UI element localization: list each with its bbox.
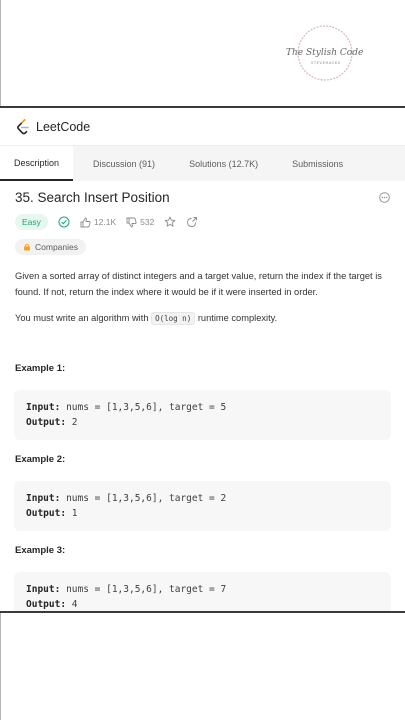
output-label: Output: <box>26 417 67 428</box>
more-options-icon[interactable] <box>379 192 390 203</box>
problem-description: 35. Search Insert Position Easy 12.1K 53… <box>0 190 405 611</box>
frame-edge <box>0 0 1 107</box>
difficulty-badge: Easy <box>15 214 48 230</box>
leetcode-logo-icon[interactable] <box>16 118 30 135</box>
output-value: 2 <box>71 417 78 428</box>
complexity-suffix: runtime complexity. <box>197 313 278 323</box>
input-value: nums = [1,3,5,6], target = 5 <box>66 402 227 413</box>
thumbs-up-icon <box>80 216 91 227</box>
example-code-box: Input: nums = [1,3,5,6], target = 5 Outp… <box>14 390 391 440</box>
svg-text:The Stylish Coder: The Stylish Coder <box>286 48 364 58</box>
app-header: LeetCode <box>0 108 405 146</box>
stylish-coder-watermark-logo: The Stylish Coder STEVEHACKS <box>286 25 364 81</box>
tab-solutions[interactable]: Solutions (12.7K) <box>169 146 272 181</box>
output-label: Output: <box>26 508 67 519</box>
example-title: Example 1: <box>15 363 66 374</box>
star-favorite-icon[interactable] <box>164 216 176 228</box>
output-value: 4 <box>71 599 78 610</box>
tab-submissions[interactable]: Submissions <box>272 146 357 181</box>
input-label: Input: <box>26 584 61 595</box>
example-code-box: Input: nums = [1,3,5,6], target = 7 Outp… <box>14 572 391 611</box>
example-3: Example 3: Input: nums = [1,3,5,6], targ… <box>14 545 391 611</box>
output-value: 1 <box>71 508 78 519</box>
svg-text:STEVEHACKS: STEVEHACKS <box>311 61 341 65</box>
complexity-prefix: You must write an algorithm with <box>15 313 149 323</box>
problem-tabs: Description Discussion (91) Solutions (1… <box>0 146 405 181</box>
like-button[interactable]: 12.1K <box>80 216 117 228</box>
input-label: Input: <box>26 402 61 413</box>
companies-chip[interactable]: Companies <box>15 239 86 255</box>
solved-check-icon <box>58 216 70 228</box>
complexity-code: O(log n) <box>151 312 196 325</box>
example-2: Example 2: Input: nums = [1,3,5,6], targ… <box>14 454 391 531</box>
leetcode-mobile-screen: LeetCode Description Discussion (91) Sol… <box>0 108 405 611</box>
frame-edge <box>0 612 1 720</box>
like-count: 12.1K <box>93 217 117 227</box>
input-value: nums = [1,3,5,6], target = 7 <box>66 584 227 595</box>
dislike-button[interactable]: 532 <box>126 217 154 228</box>
frame-divider <box>0 611 405 613</box>
thumbs-down-icon <box>126 217 137 228</box>
problem-title: 35. Search Insert Position <box>15 190 170 205</box>
tab-discussion[interactable]: Discussion (91) <box>73 146 169 181</box>
example-1: Example 1: Input: nums = [1,3,5,6], targ… <box>14 363 391 440</box>
share-icon[interactable] <box>186 216 198 228</box>
input-label: Input: <box>26 493 61 504</box>
example-title: Example 2: <box>15 454 66 465</box>
app-logo-text[interactable]: LeetCode <box>36 120 90 134</box>
complexity-note: You must write an algorithm with O(log n… <box>15 310 390 327</box>
tab-description[interactable]: Description <box>0 146 74 181</box>
problem-statement: Given a sorted array of distinct integer… <box>15 271 382 297</box>
companies-label: Companies <box>35 242 78 252</box>
lock-icon <box>24 243 30 251</box>
example-title: Example 3: <box>15 545 66 556</box>
input-value: nums = [1,3,5,6], target = 2 <box>66 493 227 504</box>
output-label: Output: <box>26 599 67 610</box>
example-code-box: Input: nums = [1,3,5,6], target = 2 Outp… <box>14 481 391 531</box>
dislike-count: 532 <box>140 217 155 227</box>
problem-meta-row: Easy 12.1K 532 <box>15 214 390 230</box>
